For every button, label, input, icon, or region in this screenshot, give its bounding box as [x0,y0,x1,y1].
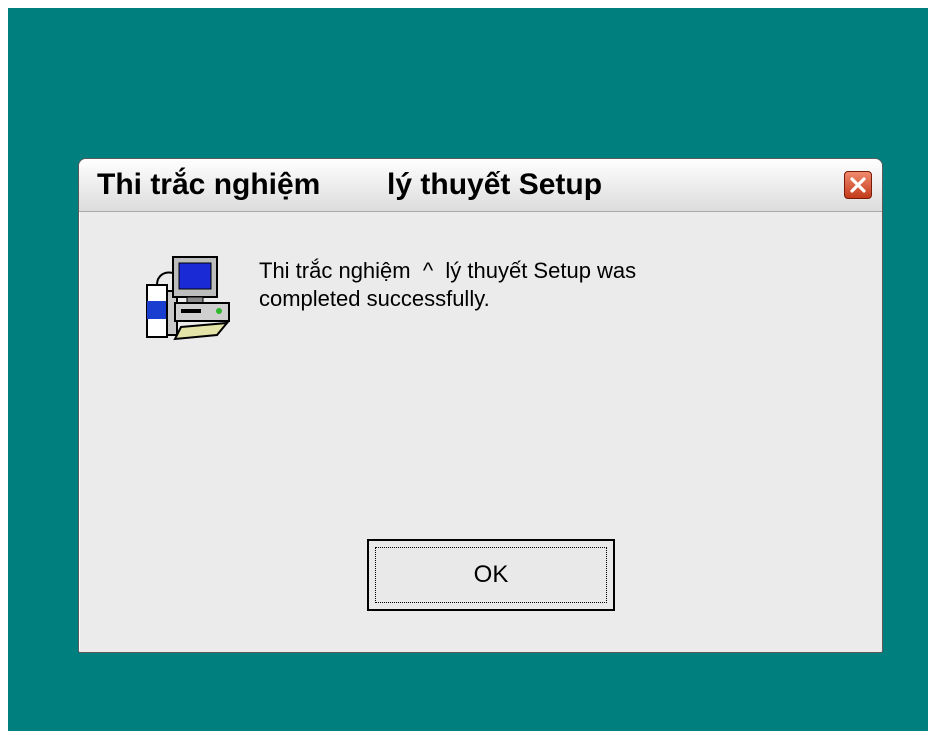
desktop-background: Thi trắc nghiệm lý thuyết Setup Thi trắc… [8,8,928,731]
focus-rectangle [375,547,607,603]
window-title: Thi trắc nghiệm lý thuyết Setup [97,168,603,201]
close-button[interactable] [844,171,872,199]
title-bar[interactable]: Thi trắc nghiệm lý thuyết Setup [79,159,882,212]
close-icon [850,177,866,193]
computer-setup-icon [146,256,230,341]
completion-message: Thi trắc nghiệm ^ lý thuyết Setup was co… [259,258,637,311]
setup-complete-dialog: Thi trắc nghiệm lý thuyết Setup Thi trắc… [78,158,883,653]
ok-button[interactable]: OK [367,539,615,611]
